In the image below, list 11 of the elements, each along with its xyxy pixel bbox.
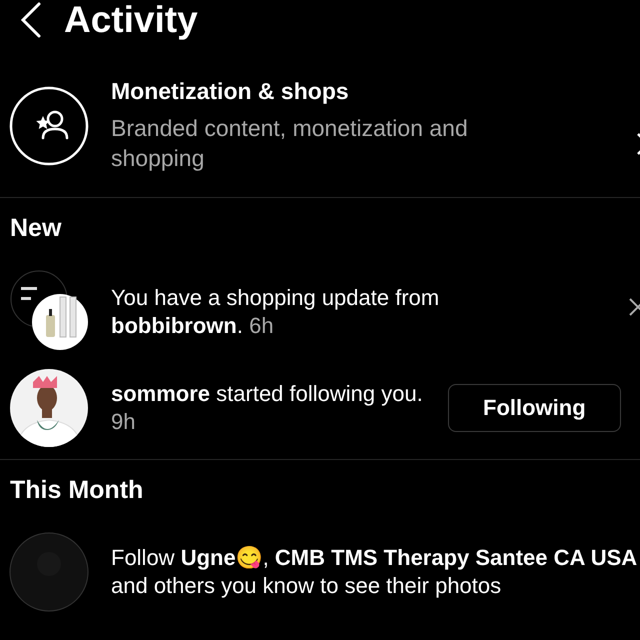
setting-subtitle: Branded content, monetization and shopping (111, 114, 469, 173)
section-heading: New (10, 214, 62, 243)
notification-text: You have a shopping update from bobbibrown. 6h (111, 284, 440, 340)
back-icon[interactable] (20, 2, 42, 38)
following-button[interactable]: Following (448, 384, 621, 432)
notification-text: Follow Ugne😋, CMB TMS Therapy Santee CA USA and others you know to see their photos (111, 544, 638, 600)
star-person-icon (9, 86, 89, 166)
notification-text: sommore started following you. 9h (111, 380, 424, 436)
page-title: Activity (64, 0, 198, 40)
setting-title: Monetization & shops (111, 78, 350, 105)
section-heading: This Month (10, 476, 144, 505)
